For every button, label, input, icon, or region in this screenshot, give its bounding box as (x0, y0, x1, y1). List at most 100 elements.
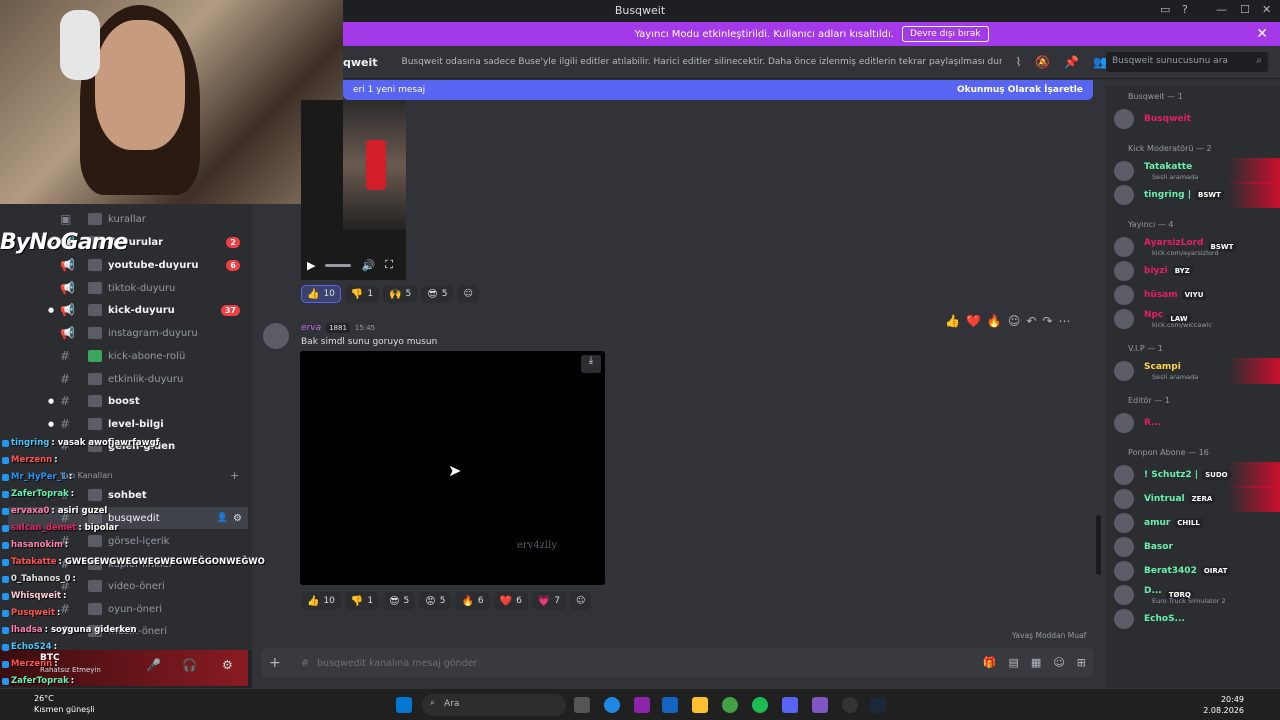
threads-icon[interactable]: ⌇ (1016, 55, 1022, 69)
microphone-icon[interactable]: 🎤 (146, 658, 161, 672)
weather-widget[interactable]: 26°C Kısmen güneşli (12, 693, 95, 715)
member-item[interactable]: R... (1114, 410, 1280, 436)
search-input[interactable]: Busqweit sunucusunu ara ⌕ (1106, 52, 1268, 72)
thumbs-up-icon[interactable]: 👍 (945, 314, 960, 328)
overlay-chat-line: salcan_demet: bipolar (2, 522, 118, 534)
more-icon[interactable]: ⋯ (1059, 314, 1071, 328)
member-item[interactable]: Berat3402 OIRAT (1114, 558, 1280, 584)
reaction-pill[interactable]: 😎 5 (383, 592, 416, 610)
headphones-icon[interactable]: 🎧 (182, 658, 197, 672)
member-item[interactable]: hüsam VIYU (1114, 282, 1280, 308)
add-reaction-icon[interactable]: ☺ (457, 285, 479, 303)
maximize-button[interactable]: ☐ (1240, 3, 1250, 16)
add-reaction-icon[interactable]: ☺ (570, 592, 592, 610)
author-name[interactable]: erva (301, 323, 321, 333)
invite-icon[interactable]: 👤 (217, 513, 228, 523)
user-settings-icon[interactable]: ⚙ (222, 658, 233, 672)
disable-streamer-mode-button[interactable]: Devre dışı bırak (901, 26, 989, 42)
banner-close-icon[interactable]: ✕ (1256, 26, 1268, 42)
steam-icon[interactable] (870, 697, 886, 713)
gif-icon[interactable]: ▤ (1009, 656, 1019, 669)
reaction-pill[interactable]: 👍 10 (301, 592, 341, 610)
member-item[interactable]: tingring | BSWT (1114, 182, 1280, 208)
help-icon[interactable]: ? (1182, 3, 1188, 16)
add-reaction-icon[interactable]: ☺ (1008, 314, 1021, 328)
channel-kick-abone-rolu[interactable]: # kick-abone-rolü (0, 345, 252, 367)
member-item[interactable]: EchoS... (1114, 606, 1280, 632)
reaction-pill[interactable]: 💗 7 (531, 592, 566, 610)
spotify-icon[interactable] (752, 697, 768, 713)
reaction-pill[interactable]: 👎 1 (344, 592, 380, 610)
app-icon[interactable] (812, 697, 828, 713)
discord-icon[interactable] (782, 697, 798, 713)
inbox-icon[interactable]: ▭ (1160, 3, 1170, 16)
avatar[interactable] (263, 323, 289, 349)
input-placeholder: busqwedit kanalına mesaj gönder (316, 657, 478, 669)
pin-icon[interactable]: 📌 (1064, 55, 1079, 69)
new-messages-bar[interactable]: eri 1 yeni mesaj Okunmuş Olarak İşaretle (343, 80, 1093, 100)
reaction-pill[interactable]: 👎 1 (344, 285, 380, 303)
reaction-pill[interactable]: 🙌 5 (383, 285, 418, 303)
copilot-icon[interactable] (634, 697, 650, 713)
channel-kick-duyuru[interactable]: ● 📢 kick-duyuru 37 (0, 299, 252, 321)
member-item[interactable]: AyarsizLord BSWT kick.com/ayarsizlord (1114, 234, 1280, 260)
video-attachment-2[interactable]: ⤓ erv4zlly ➤ (300, 351, 605, 585)
sticker-icon[interactable]: ▦ (1031, 656, 1041, 669)
reaction-pill[interactable]: 😡 5 (419, 592, 452, 610)
close-window-button[interactable]: ✕ (1262, 3, 1271, 16)
channel-youtube-duyuru[interactable]: 📢 youtube-duyuru 6 (0, 254, 252, 276)
apps-icon[interactable]: ⊞ (1077, 656, 1086, 669)
member-item[interactable]: Vintrual ZERA (1114, 486, 1280, 512)
volume-slider[interactable] (325, 263, 352, 267)
member-item[interactable]: Busqweit (1114, 106, 1280, 132)
mark-as-read-button[interactable]: Okunmuş Olarak İşaretle (957, 85, 1083, 95)
member-item[interactable]: Npc LAW kick.com/wiccawic (1114, 306, 1280, 332)
chat-scrollbar[interactable] (1096, 515, 1101, 575)
clock[interactable]: 20:49 2.08.2026 (1203, 694, 1244, 716)
edge-icon[interactable] (604, 697, 620, 713)
member-item[interactable]: ! Schutz2 | SUDO (1114, 462, 1280, 488)
mute-icon[interactable]: 🔕 (1035, 55, 1050, 69)
channel-kurallar[interactable]: ▣ kurallar (0, 208, 252, 230)
channel-etkinlik-duyuru[interactable]: # etkinlik-duyuru (0, 368, 252, 390)
reply-icon[interactable]: ↶ (1026, 314, 1036, 328)
emoji-icon[interactable]: ☺ (1053, 656, 1064, 669)
forward-icon[interactable]: ↷ (1042, 314, 1052, 328)
obs-icon[interactable] (842, 697, 858, 713)
channel-emoji-icon (88, 282, 102, 294)
member-item[interactable]: Scampi Sesli aramada (1114, 358, 1280, 384)
reaction-pill[interactable]: 👍 10 (301, 285, 341, 303)
video-attachment-1[interactable]: ▶ 🔊 ⛶ (301, 100, 406, 280)
task-view-icon[interactable] (574, 697, 590, 713)
member-item[interactable]: Tatakatte Sesli aramada (1114, 158, 1280, 184)
channel-boost[interactable]: ● # boost (0, 390, 252, 412)
member-item[interactable]: biyzi BYZ (1114, 258, 1280, 284)
chrome-icon[interactable] (722, 697, 738, 713)
play-icon[interactable]: ▶ (307, 259, 315, 272)
member-item[interactable]: D... TØRQ Euro Truck Simulator 2 (1114, 582, 1280, 608)
reaction-pill[interactable]: 😎 5 (421, 285, 454, 303)
channel-topic[interactable]: Busqweit odasına sadece Buse'yle ilgili … (402, 57, 1002, 67)
taskbar-search[interactable]: ⌕ Ara (422, 694, 566, 716)
minimize-button[interactable]: — (1216, 3, 1227, 16)
volume-icon[interactable]: 🔊 (361, 259, 375, 272)
channel-tiktok-duyuru[interactable]: 📢 tiktok-duyuru (0, 277, 252, 299)
gift-icon[interactable]: 🎁 (983, 656, 997, 669)
fullscreen-icon[interactable]: ⛶ (385, 258, 393, 272)
store-icon[interactable] (662, 697, 678, 713)
message-input[interactable]: + # busqwedit kanalına mesaj gönder 🎁 ▤ … (261, 648, 1094, 678)
download-icon[interactable]: ⤓ (581, 355, 601, 373)
reaction-pill[interactable]: ❤️ 6 (493, 592, 528, 610)
create-channel-icon[interactable]: + (230, 469, 239, 482)
reaction-icon[interactable]: 🔥 (987, 314, 1002, 328)
member-item[interactable]: amur CHILL (1114, 510, 1280, 536)
member-item[interactable]: Basor (1114, 534, 1280, 560)
channel-level-bilgi[interactable]: ● # level-bilgi (0, 413, 252, 435)
channel-instagram-duyuru[interactable]: 📢 instagram-duyuru (0, 322, 252, 344)
start-icon[interactable] (396, 697, 412, 713)
heart-icon[interactable]: ❤️ (966, 314, 981, 328)
explorer-icon[interactable] (692, 697, 708, 713)
channel-settings-icon[interactable]: ⚙ (233, 513, 242, 524)
reaction-pill[interactable]: 🔥 6 (455, 592, 490, 610)
add-attachment-icon[interactable]: + (269, 655, 287, 671)
